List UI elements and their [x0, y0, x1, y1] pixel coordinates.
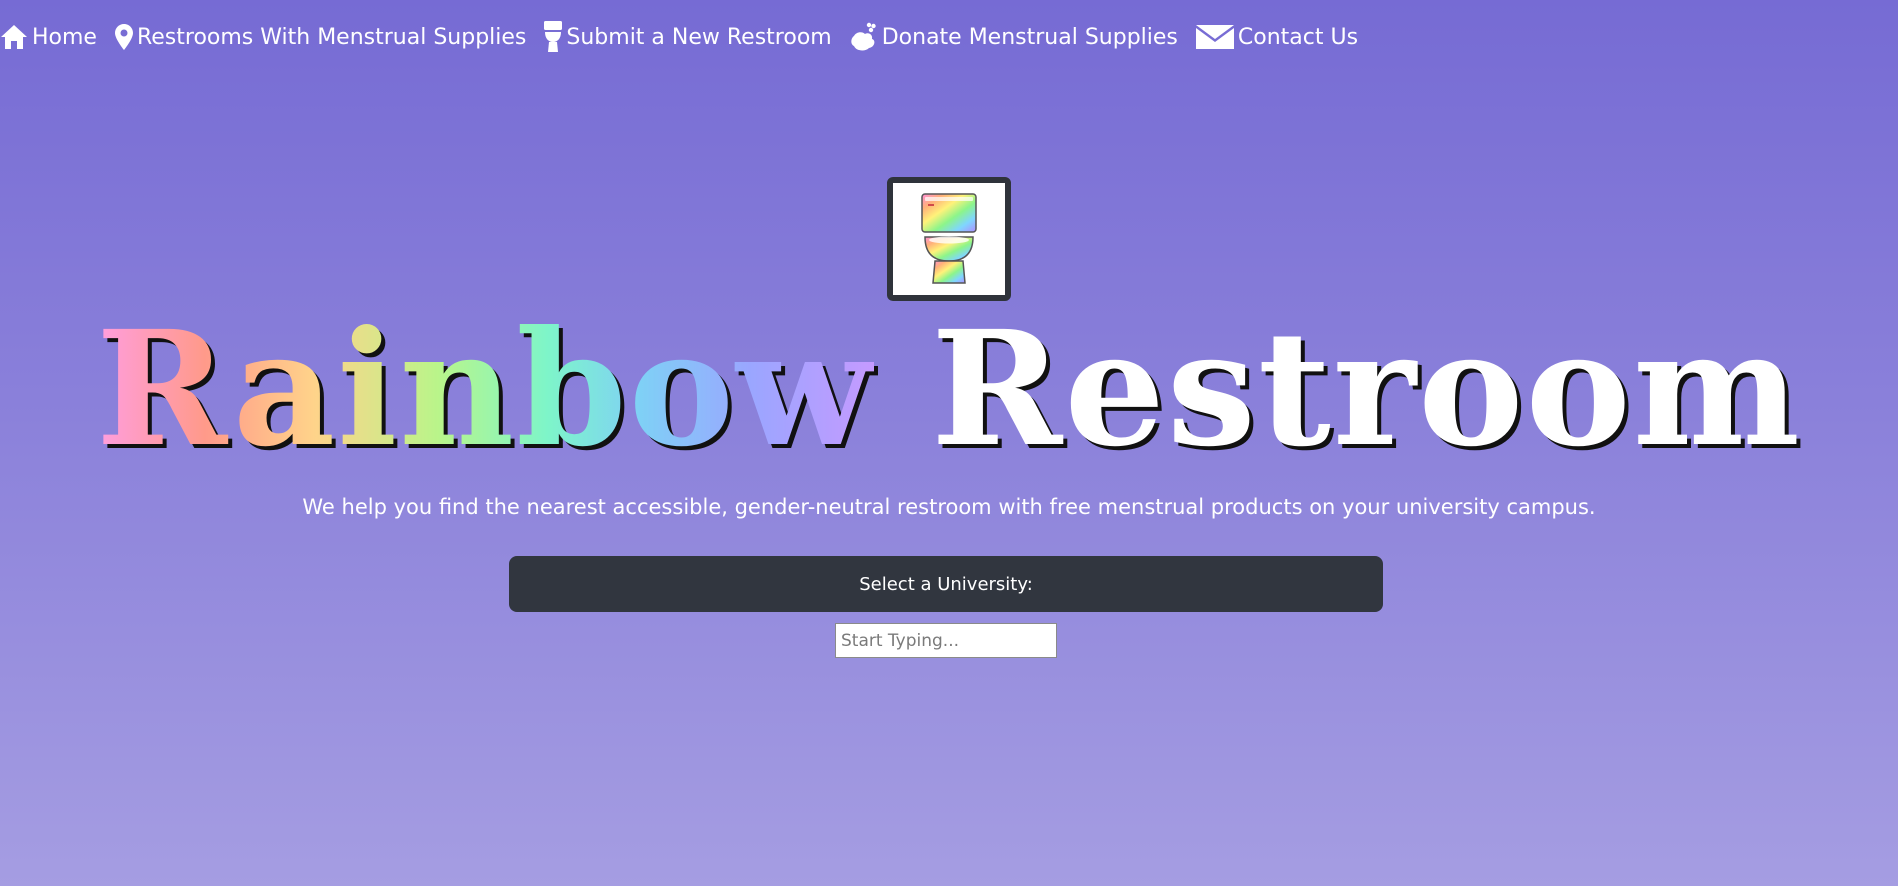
select-university-label: Select a University:: [859, 573, 1033, 595]
nav-donate-label: Donate Menstrual Supplies: [881, 24, 1178, 50]
title-rainbow-word: Rainbow: [95, 297, 875, 482]
toilet-icon: [544, 21, 563, 52]
university-search-input[interactable]: [835, 623, 1057, 658]
rainbow-toilet-logo-icon: [921, 193, 977, 284]
page-title: Rainbow Restroom: [0, 300, 1898, 480]
hands-icon: [851, 22, 876, 51]
nav-restrooms-label: Restrooms With Menstrual Supplies: [136, 24, 527, 50]
envelope-icon: [1195, 25, 1234, 49]
nav-restrooms-with-supplies[interactable]: Restrooms With Menstrual Supplies: [114, 24, 527, 50]
nav-home-label: Home: [32, 24, 97, 50]
nav-donate-supplies[interactable]: Donate Menstrual Supplies: [850, 22, 1178, 52]
nav-submit-restroom[interactable]: Submit a New Restroom: [544, 21, 832, 53]
tagline: We help you find the nearest accessible,…: [302, 495, 1596, 519]
title-restroom-word: Restroom: [931, 297, 1803, 482]
map-pin-icon: [114, 24, 133, 50]
nav-contact-label: Contact Us: [1237, 24, 1359, 50]
site-logo: [887, 177, 1011, 301]
nav-home[interactable]: Home: [0, 24, 97, 50]
nav-submit-label: Submit a New Restroom: [566, 24, 832, 50]
nav-contact-us[interactable]: Contact Us: [1195, 24, 1359, 50]
main-nav: Home Restrooms With Menstrual Supplies S…: [0, 0, 1358, 74]
home-icon: [1, 25, 27, 49]
select-university-panel: Select a University:: [509, 556, 1383, 612]
